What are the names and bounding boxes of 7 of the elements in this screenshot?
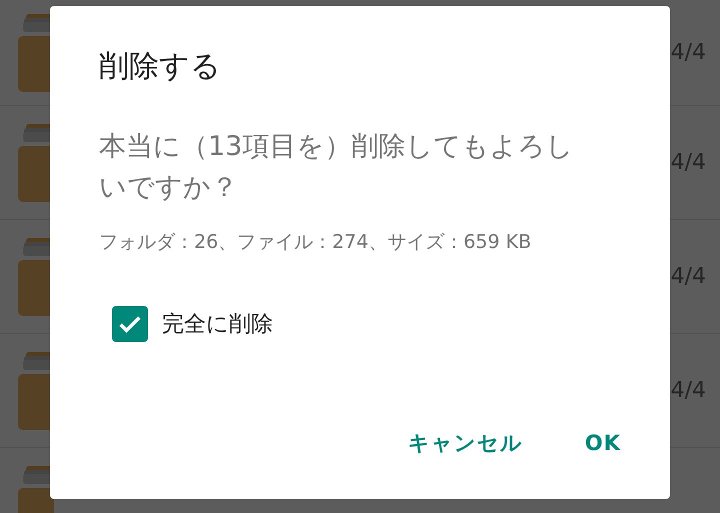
checkbox[interactable] xyxy=(112,306,148,342)
checkbox-label: 完全に削除 xyxy=(162,311,273,339)
details-text: フォルダ：26、ファイル：274、サイズ：659 KB xyxy=(99,230,532,255)
dialog-title: 削除する xyxy=(99,48,222,86)
dialog-button[interactable]: キャンセル xyxy=(392,421,539,465)
dialog-button[interactable]: OK xyxy=(568,421,637,465)
confirm-message: 本当に（13項目を）削除してもよろしいですか？ xyxy=(99,130,574,205)
